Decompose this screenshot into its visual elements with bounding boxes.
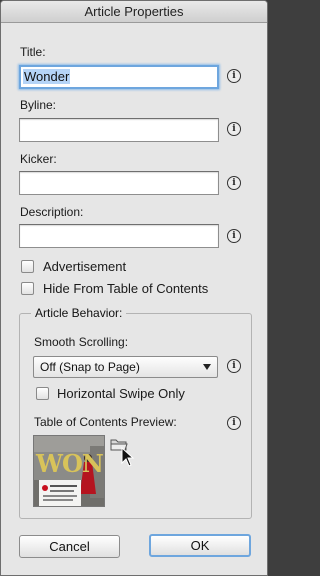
dialog-title: Article Properties	[1, 1, 267, 23]
horizontal-swipe-label: Horizontal Swipe Only	[57, 386, 185, 401]
title-label: Title:	[20, 45, 46, 59]
ok-button[interactable]: OK	[149, 534, 251, 557]
description-field[interactable]	[19, 224, 219, 248]
title-field-value: Wonder	[23, 69, 71, 84]
preview-title-text: WON	[36, 449, 104, 478]
info-icon[interactable]: i	[227, 416, 241, 430]
kicker-label: Kicker:	[20, 152, 57, 166]
hide-toc-checkbox[interactable]	[21, 282, 34, 295]
horizontal-swipe-checkbox[interactable]	[36, 387, 49, 400]
info-icon[interactable]: i	[227, 122, 241, 136]
smooth-scrolling-value: Off (Snap to Page)	[40, 360, 140, 374]
info-icon[interactable]: i	[227, 229, 241, 243]
byline-field[interactable]	[19, 118, 219, 142]
info-icon[interactable]: i	[227, 176, 241, 190]
toc-preview-label: Table of Contents Preview:	[34, 415, 177, 429]
cancel-button[interactable]: Cancel	[19, 535, 120, 558]
hide-toc-label: Hide From Table of Contents	[43, 281, 209, 296]
advertisement-checkbox[interactable]	[21, 260, 34, 273]
advertisement-label: Advertisement	[43, 259, 127, 274]
info-icon[interactable]: i	[227, 69, 241, 83]
smooth-scrolling-label: Smooth Scrolling:	[34, 335, 129, 349]
kicker-field[interactable]	[19, 171, 219, 195]
pointer-cursor-icon	[121, 446, 135, 470]
article-properties-dialog: Article Properties Title: Wonder i Bylin…	[0, 0, 268, 576]
smooth-scrolling-select[interactable]: Off (Snap to Page)	[33, 356, 218, 378]
description-label: Description:	[20, 205, 84, 219]
info-icon[interactable]: i	[227, 359, 241, 373]
article-behavior-title: Article Behavior:	[31, 306, 127, 320]
toc-preview-image: WON	[33, 435, 105, 507]
dropdown-arrow-icon	[203, 364, 211, 370]
title-field[interactable]: Wonder	[19, 65, 219, 89]
byline-label: Byline:	[20, 98, 57, 112]
